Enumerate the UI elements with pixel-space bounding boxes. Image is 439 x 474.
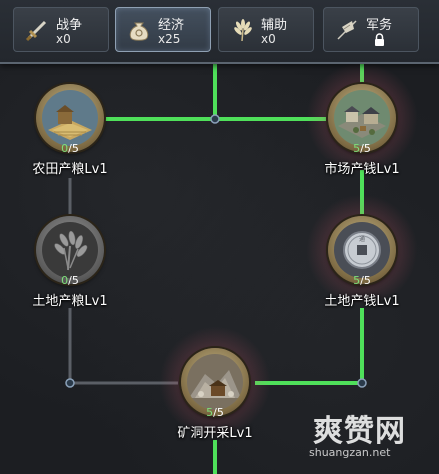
node-name: 矿洞开采Lv1: [177, 426, 253, 441]
node-name: 土地产粮Lv1: [32, 294, 108, 309]
svg-text:通: 通: [359, 235, 365, 243]
node-land-money[interactable]: 通 5/5 土地产钱Lv1: [306, 194, 418, 309]
mine-icon: [187, 354, 243, 410]
junction-dot: [210, 114, 220, 124]
junction-dot: [65, 378, 75, 388]
tab-label: 辅助: [261, 18, 288, 33]
watermark-url: shuangzan.net: [309, 446, 391, 459]
tech-tree-scene: 0/5 农田产粮Lv1 5/5 市场产钱Lv1 0/5 土地产粮Lv1 通 5/…: [0, 0, 439, 474]
node-mine[interactable]: 5/5 矿洞开采Lv1: [159, 326, 271, 441]
tab-label: 战争: [56, 18, 83, 33]
node-name: 农田产粮Lv1: [32, 162, 108, 177]
tab-label: 经济: [158, 18, 185, 33]
progress-max: 5: [363, 274, 371, 287]
node-name: 市场产钱Lv1: [324, 162, 400, 177]
tab-war[interactable]: 战争 x0: [13, 7, 109, 52]
tab-count: x25: [158, 32, 181, 46]
progress-max: 5: [71, 142, 79, 155]
progress-max: 5: [363, 142, 371, 155]
node-farm-grain[interactable]: 0/5 农田产粮Lv1: [32, 84, 108, 177]
watermark: 爽赞网 shuangzan.net: [303, 406, 433, 466]
node-progress: 0/5: [61, 274, 79, 287]
node-progress: 5/5: [353, 142, 371, 155]
money-bag-icon: [129, 22, 149, 41]
node-market-money[interactable]: 5/5 市场产钱Lv1: [306, 62, 418, 177]
sword-icon: [25, 20, 47, 42]
coin-icon: 通: [334, 222, 390, 278]
tab-count: x0: [56, 32, 71, 46]
watermark-title: 爽赞网: [313, 414, 406, 449]
progress-max: 5: [216, 406, 224, 419]
node-name: 土地产钱Lv1: [324, 294, 400, 309]
junction-dot: [357, 378, 367, 388]
tab-military-affairs[interactable]: 军务: [323, 7, 419, 52]
wheat-icon: [234, 19, 252, 42]
node-progress: 5/5: [206, 406, 224, 419]
node-progress: 0/5: [61, 142, 79, 155]
node-land-grain[interactable]: 0/5 土地产粮Lv1: [32, 216, 108, 309]
wheat-icon: [42, 222, 98, 278]
node-progress: 5/5: [353, 274, 371, 287]
farm-icon: [42, 90, 98, 146]
tab-count: x0: [261, 32, 276, 46]
flag-icon: [337, 20, 357, 40]
tab-label: 军务: [366, 18, 393, 33]
market-icon: [334, 90, 390, 146]
category-tab-bar: 战争 x0 经济 x25 辅助 x0 军务: [0, 0, 439, 64]
tab-support[interactable]: 辅助 x0: [218, 7, 314, 52]
tab-economy[interactable]: 经济 x25: [115, 7, 211, 52]
progress-max: 5: [71, 274, 79, 287]
lock-icon: [375, 33, 384, 46]
